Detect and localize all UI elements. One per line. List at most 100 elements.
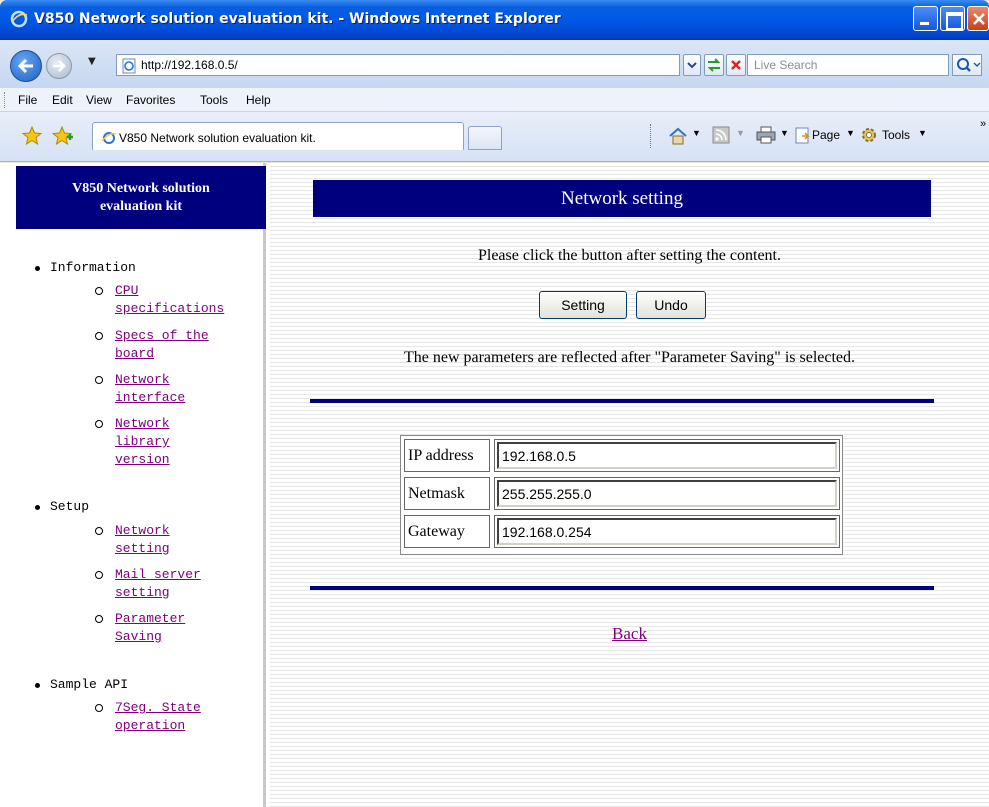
sidebar-header-line2: evaluation kit <box>99 199 183 214</box>
content-frame: Network setting Please click the button … <box>270 163 989 807</box>
feeds-dropdown-icon[interactable]: ▼ <box>736 128 745 138</box>
gateway-cell <box>494 515 840 548</box>
netmask-field[interactable] <box>497 480 837 507</box>
undo-button[interactable]: Undo <box>636 291 706 319</box>
add-favorite-icon[interactable] <box>52 126 74 146</box>
page-menu-label[interactable]: Page <box>812 128 840 142</box>
home-icon[interactable] <box>668 126 688 146</box>
internet-explorer-icon <box>10 10 28 28</box>
toolbar-overflow-icon[interactable]: » <box>980 118 986 130</box>
page-icon <box>795 127 810 144</box>
circle-bullet-icon <box>95 615 103 623</box>
menu-help[interactable]: Help <box>246 93 271 107</box>
menu-bar: File Edit View Favorites Tools Help <box>0 88 989 112</box>
ie-page-icon <box>101 132 117 144</box>
circle-bullet-icon <box>95 704 103 712</box>
nav-section-label: Sample API <box>50 677 129 692</box>
nav-link-parameter-saving[interactable]: Parameter Saving <box>115 610 275 646</box>
menu-edit[interactable]: Edit <box>52 93 73 107</box>
netmask-label: Netmask <box>404 477 490 510</box>
menu-view[interactable]: View <box>86 93 112 107</box>
refresh-button[interactable] <box>704 54 724 76</box>
tools-menu-label[interactable]: Tools <box>882 128 910 142</box>
circle-bullet-icon <box>95 376 103 384</box>
feeds-icon[interactable] <box>712 126 730 144</box>
window-title: V850 Network solution evaluation kit. - … <box>34 11 561 27</box>
tab-current[interactable]: V850 Network solution evaluation kit. <box>92 122 464 150</box>
table-row-netmask: Netmask <box>404 477 840 510</box>
print-dropdown-icon[interactable]: ▼ <box>780 128 789 138</box>
search-icon <box>957 58 981 72</box>
ie-page-icon <box>122 58 136 74</box>
history-dropdown-icon[interactable]: ▼ <box>88 56 96 67</box>
toolbar-grip <box>4 92 7 108</box>
search-input[interactable]: Live Search <box>747 54 949 76</box>
ip-address-field[interactable] <box>497 442 837 469</box>
sidebar-header-line1: V850 Network solution <box>72 181 210 196</box>
nav-section-label: Information <box>50 260 136 275</box>
refresh-icon <box>707 58 721 72</box>
ip-address-label: IP address <box>404 439 490 472</box>
search-placeholder: Live Search <box>754 58 818 72</box>
nav-link-network-library-version[interactable]: Network library version <box>115 415 275 469</box>
ip-address-cell <box>494 439 840 472</box>
close-icon <box>973 13 985 25</box>
tab-label: V850 Network solution evaluation kit. <box>119 131 316 145</box>
arrow-right-icon <box>53 60 66 72</box>
nav-link-network-interface[interactable]: Network interface <box>115 371 275 407</box>
close-button[interactable] <box>967 6 989 31</box>
back-button[interactable] <box>10 50 42 82</box>
circle-bullet-icon <box>95 527 103 535</box>
arrow-left-icon <box>17 58 33 74</box>
nav-link-mail-server-setting[interactable]: Mail server setting <box>115 566 275 602</box>
stop-button[interactable] <box>726 54 746 76</box>
address-input[interactable]: http://192.168.0.5/ <box>116 54 680 76</box>
window-title-bar[interactable]: V850 Network solution evaluation kit. - … <box>0 0 989 40</box>
page-dropdown-icon[interactable]: ▼ <box>846 128 855 138</box>
stop-icon <box>731 60 741 70</box>
toolbar-separator <box>650 124 651 148</box>
back-link[interactable]: Back <box>270 624 989 644</box>
circle-bullet-icon <box>95 332 103 340</box>
circle-bullet-icon <box>95 571 103 579</box>
tools-dropdown-icon[interactable]: ▼ <box>918 128 927 138</box>
circle-bullet-icon <box>95 287 103 295</box>
menu-favorites[interactable]: Favorites <box>126 93 175 107</box>
setting-button[interactable]: Setting <box>539 291 627 319</box>
network-settings-table: IP address Netmask Gateway <box>400 435 843 555</box>
bullet-icon <box>35 505 40 510</box>
tools-gear-icon <box>862 128 876 142</box>
page-title: Network setting <box>313 180 931 217</box>
netmask-cell <box>494 477 840 510</box>
nav-link-7seg-state-operation[interactable]: 7Seg. State operation <box>115 699 275 735</box>
new-tab-button[interactable] <box>468 126 502 150</box>
search-button[interactable] <box>952 54 982 76</box>
tab-bar: V850 Network solution evaluation kit. ▼ … <box>0 112 989 162</box>
table-row-gateway: Gateway <box>404 515 840 548</box>
nav-link-cpu-specifications[interactable]: CPU specifications <box>115 282 275 318</box>
maximize-button[interactable] <box>940 6 965 31</box>
circle-bullet-icon <box>95 420 103 428</box>
gateway-field[interactable] <box>497 518 837 545</box>
parameter-saving-note: The new parameters are reflected after "… <box>403 349 856 366</box>
menu-file[interactable]: File <box>18 93 37 107</box>
gateway-label: Gateway <box>404 515 490 548</box>
bullet-icon <box>35 683 40 688</box>
chevron-down-icon <box>687 62 697 69</box>
address-dropdown-button[interactable] <box>683 54 701 76</box>
menu-tools[interactable]: Tools <box>200 93 228 107</box>
home-dropdown-icon[interactable]: ▼ <box>692 128 701 138</box>
bullet-icon <box>35 266 40 271</box>
nav-link-network-setting[interactable]: Network setting <box>115 522 275 558</box>
nav-link-specs-of-board[interactable]: Specs of the board <box>115 327 275 363</box>
minimize-button[interactable] <box>913 6 938 31</box>
divider-bottom <box>310 586 934 590</box>
address-toolbar: ▼ http://192.168.0.5/ Live Search <box>0 40 989 88</box>
print-icon[interactable] <box>756 126 776 144</box>
forward-button[interactable] <box>46 53 72 79</box>
table-row-ip-address: IP address <box>404 439 840 472</box>
favorites-star-icon[interactable] <box>22 126 42 146</box>
browser-viewport: V850 Network solution evaluation kit Inf… <box>0 163 989 807</box>
navigation-frame: V850 Network solution evaluation kit Inf… <box>8 163 266 807</box>
divider-top <box>310 399 934 403</box>
